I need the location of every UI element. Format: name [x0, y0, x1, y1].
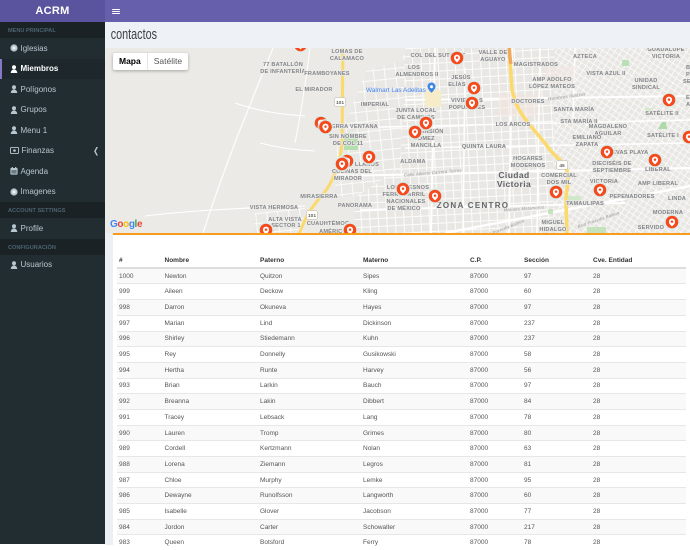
- svg-text:HOGARES: HOGARES: [513, 156, 543, 162]
- svg-text:DIECISÉIS DE: DIECISÉIS DE: [592, 159, 631, 167]
- svg-text:FRAMBOYANES: FRAMBOYANES: [304, 71, 350, 77]
- svg-text:SINDICAL: SINDICAL: [632, 85, 660, 91]
- svg-text:SATÉLITE I: SATÉLITE I: [647, 131, 679, 139]
- svg-text:MAGDALENO: MAGDALENO: [589, 124, 628, 130]
- svg-text:77 BATALLÓN: 77 BATALLÓN: [263, 60, 303, 68]
- svg-text:SATÉLITE II: SATÉLITE II: [645, 109, 679, 117]
- svg-text:ZONA CENTRO: ZONA CENTRO: [437, 201, 510, 210]
- svg-text:Walmart Las Adelitas: Walmart Las Adelitas: [366, 87, 426, 94]
- svg-text:LOMAS DE: LOMAS DE: [331, 49, 362, 55]
- svg-text:MIRADOR: MIRADOR: [334, 176, 362, 182]
- svg-text:SECTOR 1: SECTOR 1: [271, 223, 300, 229]
- svg-text:IMPERIAL: IMPERIAL: [361, 102, 390, 108]
- svg-text:NACIONALES: NACIONALES: [387, 199, 426, 205]
- svg-text:AMP LIBERAL: AMP LIBERAL: [638, 181, 679, 187]
- svg-text:COMERCIAL: COMERCIAL: [541, 173, 577, 179]
- svg-text:SECT: SECT: [683, 79, 690, 85]
- svg-text:CUAUHTÉMOC: CUAUHTÉMOC: [307, 219, 349, 227]
- svg-text:DOCTORES: DOCTORES: [511, 99, 544, 105]
- svg-text:GUADALUPE: GUADALUPE: [647, 48, 684, 53]
- svg-text:JESÚS: JESÚS: [451, 74, 470, 81]
- svg-text:VALLE DE: VALLE DE: [479, 50, 508, 56]
- svg-text:SEPTIEMBRE: SEPTIEMBRE: [593, 168, 631, 174]
- svg-text:LIBERAL: LIBERAL: [645, 167, 671, 173]
- svg-text:AZTECA: AZTECA: [573, 54, 597, 60]
- svg-text:Victoria: Victoria: [497, 179, 531, 189]
- svg-text:LOS: LOS: [408, 65, 420, 71]
- svg-text:SIN NOMBRE: SIN NOMBRE: [329, 134, 367, 140]
- svg-text:MODERNOS: MODERNOS: [511, 163, 546, 169]
- svg-text:VISTA HERMOSA: VISTA HERMOSA: [250, 205, 299, 211]
- svg-text:DE MÉXICO: DE MÉXICO: [387, 204, 421, 212]
- svg-text:TAMAULIPAS: TAMAULIPAS: [566, 201, 604, 207]
- svg-text:MAGISTRADOS: MAGISTRADOS: [514, 62, 558, 68]
- svg-text:45: 45: [559, 163, 565, 169]
- svg-text:DE INFANTERÍA: DE INFANTERÍA: [260, 67, 306, 75]
- svg-text:ALDAMA: ALDAMA: [400, 159, 425, 165]
- svg-text:CALAMACO: CALAMACO: [330, 56, 365, 62]
- svg-text:VISTA AZUL II: VISTA AZUL II: [586, 71, 626, 77]
- svg-text:AND: AND: [686, 102, 690, 108]
- svg-text:ZAPATA: ZAPATA: [576, 142, 599, 148]
- svg-text:SIERRA VENTANA: SIERRA VENTANA: [326, 124, 378, 130]
- svg-text:101: 101: [336, 100, 344, 106]
- svg-text:101: 101: [308, 213, 316, 219]
- svg-text:DE COL 11: DE COL 11: [333, 141, 363, 147]
- svg-text:AGUAYO: AGUAYO: [480, 57, 506, 63]
- svg-text:UNIDAD: UNIDAD: [635, 78, 658, 84]
- svg-text:ALMENDROS II: ALMENDROS II: [395, 72, 438, 78]
- svg-text:BAL: BAL: [686, 65, 690, 71]
- svg-text:VICTORIA: VICTORIA: [652, 54, 680, 60]
- svg-text:HIDALGO: HIDALGO: [539, 227, 567, 233]
- svg-text:LOS ARCOS: LOS ARCOS: [496, 122, 531, 128]
- svg-text:QUINTA LAURA: QUINTA LAURA: [462, 144, 506, 150]
- svg-text:AMP ADOLFO: AMP ADOLFO: [532, 77, 572, 83]
- svg-text:EVO: EVO: [686, 95, 690, 101]
- svg-text:MIRASIERRA: MIRASIERRA: [300, 194, 337, 200]
- svg-text:PAJ: PAJ: [686, 72, 690, 78]
- svg-text:SERVIDO: SERVIDO: [638, 225, 665, 231]
- svg-text:EL MIRADOR: EL MIRADOR: [295, 87, 332, 93]
- svg-text:ELÍAS: ELÍAS: [448, 80, 466, 88]
- svg-text:LÓPEZ MATEOS: LÓPEZ MATEOS: [529, 82, 575, 90]
- svg-text:PEPENADORES: PEPENADORES: [609, 194, 654, 200]
- svg-text:MIGUEL: MIGUEL: [542, 220, 565, 226]
- svg-text:SANTA MARÍA: SANTA MARÍA: [554, 105, 595, 113]
- svg-text:MANCILLA: MANCILLA: [411, 143, 442, 149]
- svg-text:PANORAMA: PANORAMA: [338, 203, 372, 209]
- svg-text:EMILIANO: EMILIANO: [573, 135, 602, 141]
- svg-text:LINDA: LINDA: [668, 196, 686, 202]
- svg-text:JUNTA LOCAL: JUNTA LOCAL: [395, 108, 436, 114]
